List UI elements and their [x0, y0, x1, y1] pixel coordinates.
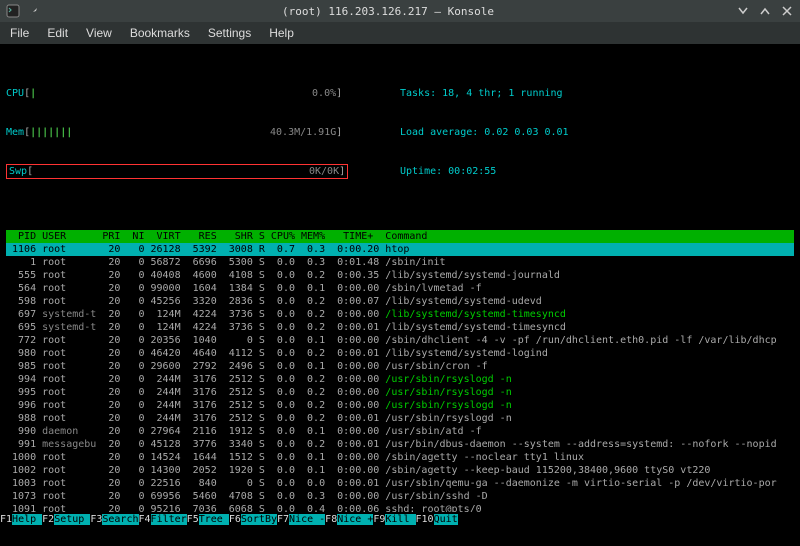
- process-row[interactable]: 695 systemd-t 20 0 124M 4224 3736 S 0.0 …: [6, 321, 794, 334]
- menu-file[interactable]: File: [10, 26, 29, 40]
- menu-bookmarks[interactable]: Bookmarks: [130, 26, 190, 40]
- process-row[interactable]: 990 daemon 20 0 27964 2116 1912 S 0.0 0.…: [6, 425, 794, 438]
- load-stat: Load average: 0.02 0.03 0.01: [400, 126, 569, 139]
- menu-view[interactable]: View: [86, 26, 112, 40]
- fkey-f10[interactable]: F10Quit: [416, 514, 458, 525]
- process-row[interactable]: 996 root 20 0 244M 3176 2512 S 0.0 0.2 0…: [6, 399, 794, 412]
- process-row[interactable]: 985 root 20 0 29600 2792 2496 S 0.0 0.1 …: [6, 360, 794, 373]
- process-row[interactable]: 598 root 20 0 45256 3320 2836 S 0.0 0.2 …: [6, 295, 794, 308]
- fkey-f5[interactable]: F5Tree: [187, 514, 229, 525]
- close-icon[interactable]: [780, 4, 794, 18]
- minimize-icon[interactable]: [736, 4, 750, 18]
- process-row[interactable]: 1002 root 20 0 14300 2052 1920 S 0.0 0.1…: [6, 464, 794, 477]
- process-row[interactable]: 988 root 20 0 244M 3176 2512 S 0.0 0.2 0…: [6, 412, 794, 425]
- process-row[interactable]: 1000 root 20 0 14524 1644 1512 S 0.0 0.1…: [6, 451, 794, 464]
- fkey-f6[interactable]: F6SortBy: [229, 514, 277, 525]
- menu-edit[interactable]: Edit: [47, 26, 68, 40]
- pin-icon[interactable]: [26, 4, 40, 18]
- uptime-stat: Uptime: 00:02:55: [400, 165, 569, 178]
- fkey-f7[interactable]: F7Nice -: [277, 514, 325, 525]
- menu-help[interactable]: Help: [269, 26, 294, 40]
- process-row[interactable]: 995 root 20 0 244M 3176 2512 S 0.0 0.2 0…: [6, 386, 794, 399]
- fkey-f9[interactable]: F9Kill: [373, 514, 415, 525]
- terminal-icon: [6, 4, 20, 18]
- mem-label: Mem: [6, 127, 24, 138]
- fkey-f1[interactable]: F1Help: [0, 514, 42, 525]
- process-row[interactable]: 1 root 20 0 56872 6696 5300 S 0.0 0.3 0:…: [6, 256, 794, 269]
- fkey-f4[interactable]: F4Filter: [139, 514, 187, 525]
- window-titlebar: (root) 116.203.126.217 — Konsole: [0, 0, 800, 22]
- process-row[interactable]: 980 root 20 0 46420 4640 4112 S 0.0 0.2 …: [6, 347, 794, 360]
- swap-highlight-box: Swp[0K/0K]: [6, 164, 348, 179]
- function-key-bar: F1Help F2Setup F3SearchF4FilterF5Tree F6…: [0, 512, 800, 527]
- fkey-f8[interactable]: F8Nice +: [325, 514, 373, 525]
- fkey-f3[interactable]: F3Search: [90, 514, 138, 525]
- process-row[interactable]: 1073 root 20 0 69956 5460 4708 S 0.0 0.3…: [6, 490, 794, 503]
- process-row[interactable]: 991 messagebu 20 0 45128 3776 3340 S 0.0…: [6, 438, 794, 451]
- menu-settings[interactable]: Settings: [208, 26, 251, 40]
- fkey-f2[interactable]: F2Setup: [42, 514, 90, 525]
- process-row[interactable]: 697 systemd-t 20 0 124M 4224 3736 S 0.0 …: [6, 308, 794, 321]
- terminal-output[interactable]: CPU[|0.0%] Mem[|||||||40.3M/1.91G] Swp[0…: [0, 44, 800, 546]
- cpu-label: CPU: [6, 88, 24, 99]
- window-title: (root) 116.203.126.217 — Konsole: [40, 5, 736, 18]
- tasks-stat: Tasks: 18, 4 thr; 1 running: [400, 87, 569, 100]
- process-row[interactable]: 772 root 20 0 20356 1040 0 S 0.0 0.1 0:0…: [6, 334, 794, 347]
- maximize-icon[interactable]: [758, 4, 772, 18]
- menubar: File Edit View Bookmarks Settings Help: [0, 22, 800, 44]
- process-row[interactable]: 555 root 20 0 40408 4600 4108 S 0.0 0.2 …: [6, 269, 794, 282]
- process-row[interactable]: 564 root 20 0 99000 1604 1384 S 0.0 0.1 …: [6, 282, 794, 295]
- process-row[interactable]: 994 root 20 0 244M 3176 2512 S 0.0 0.2 0…: [6, 373, 794, 386]
- process-header[interactable]: PID USER PRI NI VIRT RES SHR S CPU% MEM%…: [6, 230, 794, 243]
- process-row-selected[interactable]: 1106 root 20 0 26128 5392 3008 R 0.7 0.3…: [6, 243, 794, 256]
- process-row[interactable]: 1003 root 20 0 22516 840 0 S 0.0 0.0 0:0…: [6, 477, 794, 490]
